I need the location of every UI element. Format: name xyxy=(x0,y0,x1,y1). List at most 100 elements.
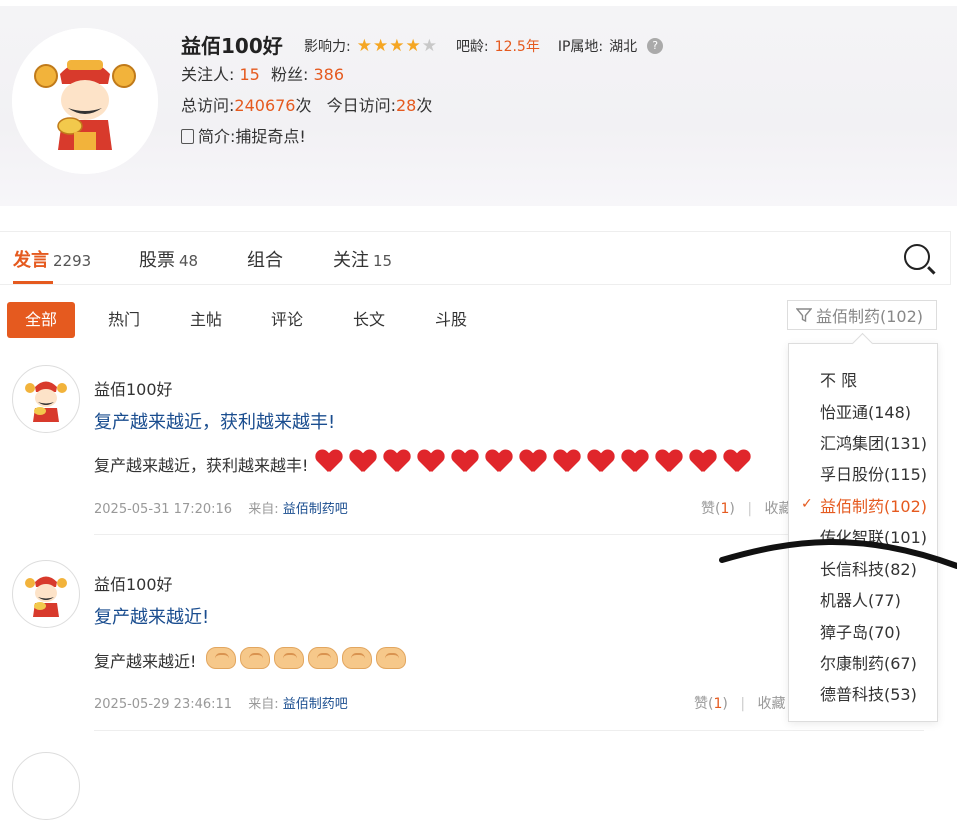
main-tabs: 发言 2293 股票 48 组合 关注 15 xyxy=(0,231,951,285)
tab-count: 15 xyxy=(373,252,393,270)
intro-value: 捕捉奇点! xyxy=(235,127,306,146)
menu-item[interactable]: 尔康制药(67) xyxy=(820,650,917,674)
ip-label: IP属地: xyxy=(557,39,604,55)
menu-item[interactable]: 德普科技(53) xyxy=(820,681,917,705)
collect-button[interactable]: 收藏 xyxy=(757,696,785,712)
document-icon xyxy=(181,129,194,144)
like-button[interactable]: 赞(1) xyxy=(701,501,735,517)
post-source-link[interactable]: 益佰制药吧 xyxy=(283,502,348,517)
post-divider xyxy=(94,730,924,731)
menu-item[interactable]: 长信科技(82) xyxy=(820,556,917,580)
today-label: 今日访问: xyxy=(326,96,396,115)
stock-filter-menu: ✓ 不 限 怡亚通(148) 汇鸿集团(131) 孚日股份(115) 益佰制药(… xyxy=(788,343,938,722)
heart-emoji-icon xyxy=(724,450,750,474)
today-count: 28 xyxy=(396,96,417,115)
post-avatar[interactable] xyxy=(12,365,80,433)
like-count: 1 xyxy=(713,696,723,712)
post-meta: 2025-05-31 17:20:16 来自: 益佰制药吧 xyxy=(94,498,348,517)
post-time: 2025-05-31 17:20:16 xyxy=(94,502,233,517)
age-label: 吧龄: xyxy=(455,39,489,55)
post-time: 2025-05-29 23:46:11 xyxy=(94,697,233,712)
post-author[interactable]: 益佰100好 xyxy=(94,376,173,400)
tab-count: 48 xyxy=(179,252,199,270)
post-actions: 赞(1) | 收藏 xyxy=(694,696,786,712)
filter-comments[interactable]: 评论 xyxy=(271,302,303,338)
post-meta: 2025-05-29 23:46:11 来自: 益佰制药吧 xyxy=(94,693,348,712)
intro-label: 简介: xyxy=(198,127,236,146)
influence-label: 影响力: xyxy=(304,39,351,55)
filter-stock-battle[interactable]: 斗股 xyxy=(435,302,467,338)
menu-item[interactable]: 汇鸿集团(131) xyxy=(820,430,927,454)
profile-header: 益佰100好 影响力: ★★★★★ 吧龄: 12.5年 IP属地: 湖北 ? 关… xyxy=(0,6,957,206)
post-avatar[interactable] xyxy=(12,560,80,628)
handshake-emoji-group xyxy=(202,647,407,673)
filter-icon xyxy=(796,308,812,323)
today-unit: 次 xyxy=(416,96,433,115)
handshake-emoji-icon xyxy=(274,647,305,669)
star-empty-icon: ★ xyxy=(421,36,438,56)
heart-emoji-icon xyxy=(452,450,478,474)
filter-hot[interactable]: 热门 xyxy=(108,302,140,338)
like-count: 1 xyxy=(720,501,730,517)
menu-item-selected[interactable]: 益佰制药(102) xyxy=(820,493,927,517)
search-icon[interactable] xyxy=(904,244,930,270)
post-title[interactable]: 复产越来越近，获利越来越丰! xyxy=(94,408,335,434)
menu-item[interactable]: 不 限 xyxy=(820,367,857,391)
tab-label: 关注 xyxy=(333,250,369,271)
visits-count: 240676 xyxy=(234,96,296,115)
post-body-text: 复产越来越近! xyxy=(94,652,197,671)
menu-item[interactable]: 机器人(77) xyxy=(820,587,901,611)
handshake-emoji-icon xyxy=(376,647,407,669)
like-label: 赞 xyxy=(701,501,715,517)
post-body: 复产越来越近，获利越来越丰! xyxy=(94,450,750,478)
post-from-label: 来自: xyxy=(248,697,279,712)
visits-row: 总访问:240676次 今日访问:28次 xyxy=(181,92,432,116)
filter-all[interactable]: 全部 xyxy=(7,302,76,338)
post-from-label: 来自: xyxy=(248,502,279,517)
menu-item[interactable]: 獐子岛(70) xyxy=(820,619,901,643)
handshake-emoji-icon xyxy=(342,647,373,669)
heart-emoji-group xyxy=(308,450,750,478)
help-icon[interactable]: ? xyxy=(647,38,664,54)
fans-label: 粉丝: xyxy=(270,65,309,84)
follow-row: 关注人: 15 粉丝: 386 xyxy=(181,61,344,85)
tab-label: 股票 xyxy=(139,250,175,271)
like-label: 赞 xyxy=(694,696,708,712)
menu-item[interactable]: 孚日股份(115) xyxy=(820,461,927,485)
visits-unit: 次 xyxy=(295,96,312,115)
post-actions: 赞(1) | 收藏 xyxy=(701,501,793,517)
tab-following[interactable]: 关注 15 xyxy=(333,246,392,272)
following-count[interactable]: 15 xyxy=(240,65,260,84)
profile-avatar[interactable] xyxy=(12,28,158,174)
influence-row: 影响力: ★★★★★ 吧龄: 12.5年 IP属地: 湖北 ? xyxy=(304,36,664,56)
visits-label: 总访问: xyxy=(181,96,235,115)
handshake-emoji-icon xyxy=(240,647,271,669)
heart-emoji-icon xyxy=(656,450,682,474)
active-tab-underline xyxy=(13,281,53,284)
heart-emoji-icon xyxy=(316,450,342,474)
tab-label: 发言 xyxy=(13,250,49,271)
star-icon: ★★★★ xyxy=(356,36,422,56)
heart-emoji-icon xyxy=(486,450,512,474)
menu-item[interactable]: 传化智联(101) xyxy=(820,524,927,548)
tab-stocks[interactable]: 股票 48 xyxy=(139,246,198,272)
stock-filter-value: 益佰制药(102) xyxy=(816,307,924,326)
tab-posts[interactable]: 发言 2293 xyxy=(13,246,91,272)
heart-emoji-icon xyxy=(690,450,716,474)
post-title[interactable]: 复产越来越近! xyxy=(94,603,209,629)
post-author[interactable]: 益佰100好 xyxy=(94,571,173,595)
tab-portfolio[interactable]: 组合 xyxy=(247,246,283,272)
intro-row: 简介:捕捉奇点! xyxy=(181,123,306,147)
like-button[interactable]: 赞(1) xyxy=(694,696,728,712)
fans-count[interactable]: 386 xyxy=(313,65,344,84)
stock-filter-dropdown[interactable]: 益佰制药(102) xyxy=(787,300,937,330)
filter-main-posts[interactable]: 主帖 xyxy=(190,302,222,338)
heart-emoji-icon xyxy=(418,450,444,474)
post-avatar[interactable] xyxy=(12,752,80,820)
menu-item[interactable]: 怡亚通(148) xyxy=(820,399,911,423)
heart-emoji-icon xyxy=(622,450,648,474)
post-source-link[interactable]: 益佰制药吧 xyxy=(283,697,348,712)
filter-long-text[interactable]: 长文 xyxy=(353,302,385,338)
handshake-emoji-icon xyxy=(308,647,339,669)
profile-username: 益佰100好 xyxy=(181,34,283,58)
